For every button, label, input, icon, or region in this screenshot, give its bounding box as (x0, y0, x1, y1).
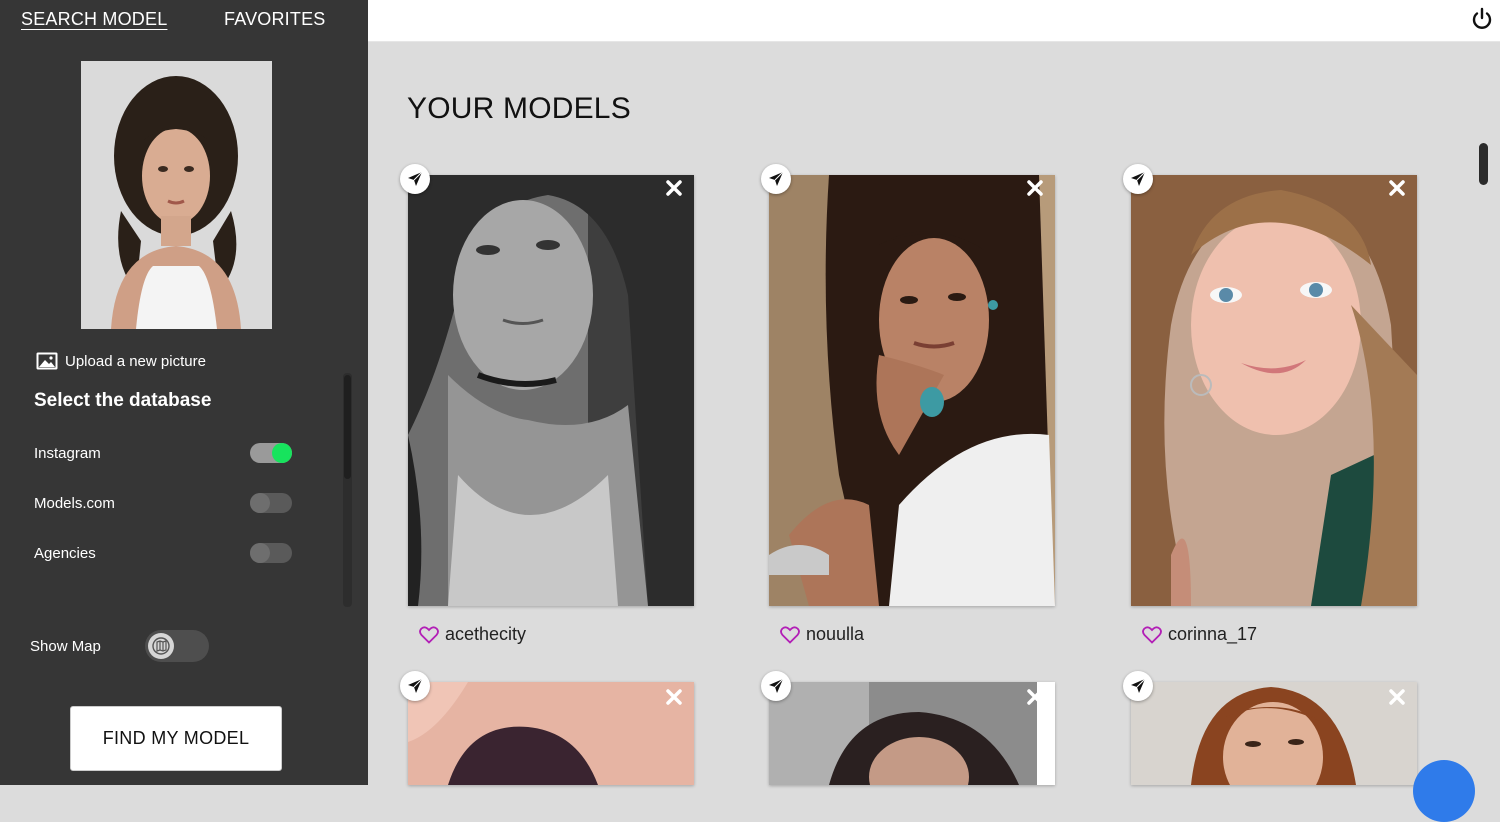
model-card: corinna_17 (1123, 164, 1417, 655)
page-title: YOUR MODELS (407, 92, 631, 125)
database-row-models-com: Models.com (34, 491, 292, 515)
model-name[interactable]: acethecity (445, 624, 526, 645)
send-icon[interactable] (400, 164, 430, 194)
agencies-toggle[interactable] (250, 543, 292, 563)
model-name[interactable]: nouulla (806, 624, 864, 645)
upload-label: Upload a new picture (65, 352, 206, 370)
model-photo[interactable] (769, 175, 1055, 606)
main-scroll-thumb[interactable] (1479, 143, 1488, 185)
close-icon[interactable] (1386, 686, 1408, 708)
database-label: Instagram (34, 444, 101, 462)
sidebar: SEARCH MODEL FAVORITES Upload a new pict… (0, 0, 368, 785)
model-photo[interactable] (1131, 682, 1417, 785)
database-row-instagram: Instagram (34, 441, 292, 465)
send-icon[interactable] (400, 671, 430, 701)
model-name[interactable]: corinna_17 (1168, 624, 1257, 645)
image-icon (36, 352, 58, 370)
toggle-knob (250, 493, 270, 513)
power-icon[interactable] (1469, 6, 1495, 32)
upload-picture-link[interactable]: Upload a new picture (36, 351, 206, 371)
top-bar (368, 0, 1500, 42)
close-icon[interactable] (1386, 177, 1408, 199)
close-icon[interactable] (663, 686, 685, 708)
tab-search-model[interactable]: SEARCH MODEL (21, 9, 167, 30)
send-icon[interactable] (761, 671, 791, 701)
model-name-row: corinna_17 (1142, 624, 1257, 645)
heart-icon[interactable] (419, 625, 439, 644)
tab-favorites[interactable]: FAVORITES (224, 9, 326, 30)
send-icon[interactable] (761, 164, 791, 194)
model-photo[interactable] (769, 682, 1055, 785)
sidebar-tabs: SEARCH MODEL FAVORITES (0, 0, 368, 40)
model-photo[interactable] (408, 682, 694, 785)
toggle-knob (250, 543, 270, 563)
instagram-toggle[interactable] (250, 443, 292, 463)
find-my-model-button[interactable]: FIND MY MODEL (70, 706, 282, 771)
model-card (400, 671, 694, 785)
close-icon[interactable] (663, 177, 685, 199)
database-label: Models.com (34, 494, 115, 512)
heart-icon[interactable] (780, 625, 800, 644)
chat-icon[interactable] (1413, 760, 1475, 822)
model-card: acethecity (400, 164, 694, 655)
database-row-agencies: Agencies (34, 541, 292, 565)
send-icon[interactable] (1123, 164, 1153, 194)
model-card (761, 671, 1055, 785)
heart-icon[interactable] (1142, 625, 1162, 644)
model-name-row: nouulla (780, 624, 864, 645)
toggle-knob (272, 443, 292, 463)
map-icon (148, 633, 174, 659)
models-com-toggle[interactable] (250, 493, 292, 513)
close-icon[interactable] (1024, 686, 1046, 708)
database-heading: Select the database (34, 390, 212, 411)
model-card: nouulla (761, 164, 1055, 655)
model-photo[interactable] (1131, 175, 1417, 606)
show-map-label: Show Map (30, 637, 101, 655)
show-map-toggle[interactable] (145, 630, 209, 662)
model-name-row: acethecity (419, 624, 526, 645)
send-icon[interactable] (1123, 671, 1153, 701)
model-photo[interactable] (408, 175, 694, 606)
reference-photo (81, 61, 272, 329)
model-card (1123, 671, 1417, 785)
database-label: Agencies (34, 544, 96, 562)
close-icon[interactable] (1024, 177, 1046, 199)
sidebar-scroll-thumb[interactable] (344, 375, 351, 479)
